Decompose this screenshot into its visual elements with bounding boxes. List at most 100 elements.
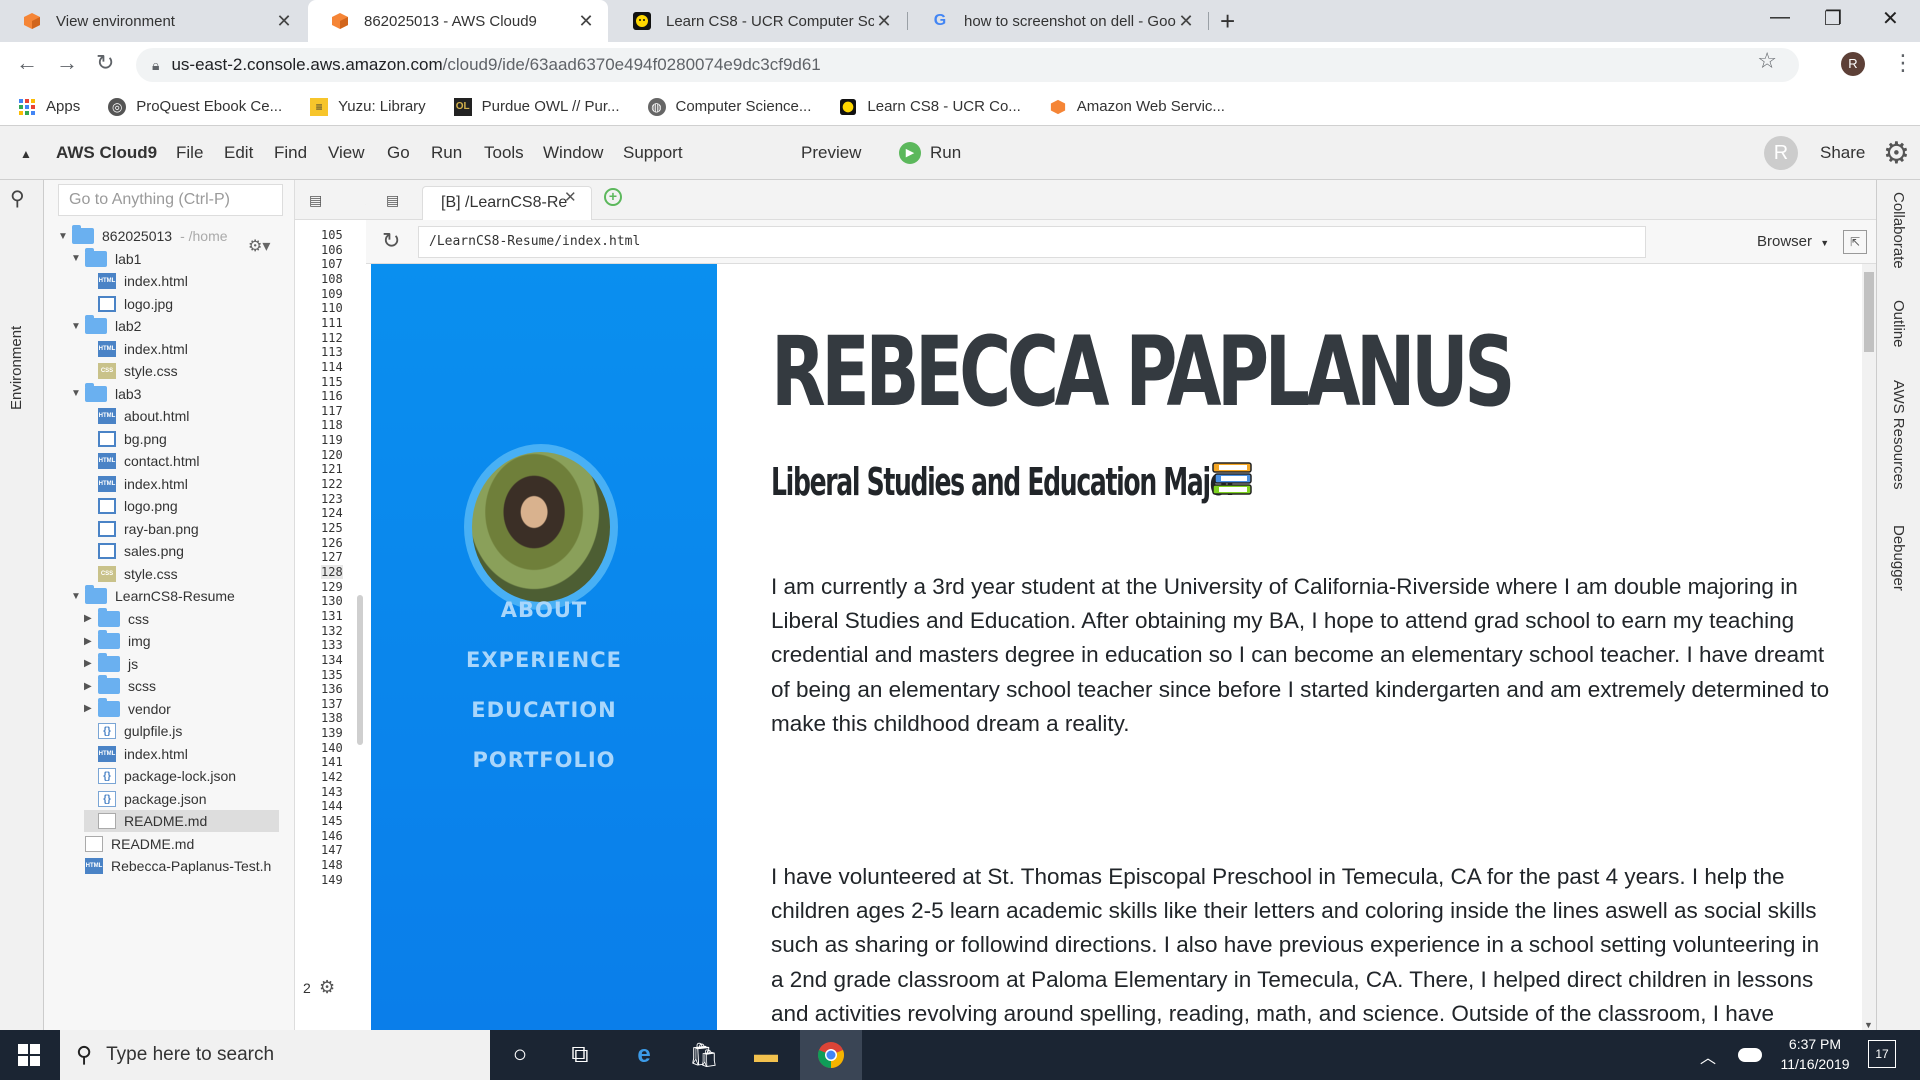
menu-find[interactable]: Find [274,143,307,163]
search-icon[interactable]: ⚲ [10,186,25,211]
goto-anything-input[interactable]: Go to Anything (Ctrl-P) [58,184,283,216]
scroll-down-arrow-icon[interactable]: ▼ [1864,1020,1873,1030]
store-bag-icon[interactable]: 🛍︎ [676,1030,732,1080]
collapse-arrow-icon[interactable]: ▶ [84,613,98,624]
close-tab-icon[interactable]: ✕ [576,11,596,32]
bookmark-proquest[interactable]: ◎ ProQuest Ebook Ce... [108,97,282,116]
browser-dropdown[interactable]: Browser ▼ [1747,228,1843,256]
collapse-arrow-icon[interactable]: ▶ [84,658,98,669]
tree-file[interactable]: sales.png [84,540,279,562]
tree-file[interactable]: HTML index.html [84,473,279,495]
task-view-icon[interactable]: ⧉ [552,1030,608,1080]
tree-file[interactable]: README.md [84,810,279,832]
notification-center-icon[interactable]: 17 [1868,1040,1896,1068]
menu-tools[interactable]: Tools [484,143,524,163]
tab-environment[interactable]: Environment [8,326,25,410]
expand-arrow-icon[interactable]: ▼ [71,253,85,264]
onedrive-cloud-icon[interactable] [1738,1048,1762,1062]
add-tab-plus-icon[interactable]: + [604,188,622,206]
menu-view[interactable]: View [328,143,365,163]
tree-file[interactable]: CSS style.css [84,563,279,585]
tree-file[interactable]: {} package-lock.json [84,765,279,787]
bookmark-apps[interactable]: Apps [18,98,80,116]
menu-file[interactable]: File [176,143,203,163]
nav-experience[interactable]: EXPERIENCE [371,648,717,672]
bookmark-purdue-owl[interactable]: OL Purdue OWL // Pur... [453,97,620,116]
tree-file[interactable]: HTML contact.html [84,450,279,472]
editor-scrollbar[interactable] [357,595,363,745]
url-bar[interactable]: 🔒︎ us-east-2.console.aws.amazon.com/clou… [136,48,1799,82]
browser-tab-learn-cs8[interactable]: Learn CS8 - UCR Computer Scien ✕ [610,0,906,42]
tab-list-icon[interactable]: ▤ [309,192,322,209]
bookmark-aws[interactable]: Amazon Web Servic... [1049,98,1225,116]
chrome-taskbar-icon[interactable] [800,1030,862,1080]
nav-about[interactable]: ABOUT [371,598,717,622]
preview-url-input[interactable]: /LearnCS8-Resume/index.html [418,226,1646,258]
file-explorer-folder-icon[interactable]: ▬ [738,1030,794,1080]
windows-start-icon[interactable] [18,1044,40,1066]
tree-file[interactable]: HTML Rebecca-Paplanus-Test.h [71,855,279,877]
taskbar-search-input[interactable]: ⚲ Type here to search [60,1030,490,1080]
menu-go[interactable]: Go [387,143,410,163]
collapse-arrow-icon[interactable]: ▶ [84,681,98,692]
tree-file[interactable]: CSS style.css [84,360,279,382]
close-window-icon[interactable]: ✕ [1882,6,1899,31]
popout-icon[interactable]: ⇱ [1843,230,1867,254]
tree-file[interactable]: HTML index.html [84,743,279,765]
forward-arrow-icon[interactable]: → [56,50,78,76]
tree-file[interactable]: HTML about.html [84,405,279,427]
bookmark-computer-science[interactable]: ◍ Computer Science... [647,97,811,116]
back-arrow-icon[interactable]: ← [16,50,38,76]
browser-tab-view-environment[interactable]: View environment ✕ [0,0,306,42]
menu-window[interactable]: Window [543,143,603,163]
new-tab-plus-icon[interactable]: + [1220,6,1235,37]
tree-file[interactable]: ray-ban.png [84,518,279,540]
play-icon[interactable]: ▶ [899,142,921,164]
tree-file[interactable]: {} gulpfile.js [84,720,279,742]
run-button[interactable]: Run [930,143,961,163]
close-tab-icon[interactable]: ✕ [274,11,294,32]
browser-tab-google[interactable]: G how to screenshot on dell - Goo ✕ [908,0,1208,42]
tree-folder[interactable]: ▼ lab2 [71,315,279,337]
menu-edit[interactable]: Edit [224,143,253,163]
expand-arrow-icon[interactable]: ▼ [71,321,85,332]
tree-file[interactable]: HTML index.html [84,338,279,360]
close-tab-icon[interactable]: ✕ [1176,11,1196,32]
tree-file[interactable]: logo.jpg [84,293,279,315]
preview-button[interactable]: Preview [801,143,861,163]
scrollbar-thumb[interactable] [1864,272,1874,352]
reload-icon[interactable]: ↻ [96,50,114,76]
tree-file[interactable]: {} package.json [84,788,279,810]
tree-file[interactable]: HTML index.html [84,270,279,292]
close-icon[interactable]: ✕ [564,188,577,206]
share-button[interactable]: Share [1820,143,1865,163]
preview-scrollbar[interactable]: ▼ [1862,264,1876,1030]
kebab-menu-icon[interactable]: ⋮ [1892,50,1914,76]
tree-file[interactable]: README.md [71,833,279,855]
expand-arrow-icon[interactable]: ▼ [71,591,85,602]
tab-debugger[interactable]: Debugger [1890,525,1907,591]
tree-folder[interactable]: ▶ scss [84,675,279,697]
tree-folder[interactable]: ▼ lab3 [71,382,279,405]
expand-arrow-icon[interactable]: ▼ [58,231,72,242]
edge-browser-icon[interactable]: e [616,1030,672,1080]
bookmark-star-icon[interactable]: ☆ [1757,48,1777,74]
menu-support[interactable]: Support [623,143,683,163]
user-avatar[interactable]: R [1764,136,1798,170]
cortana-circle-icon[interactable]: ○ [492,1030,548,1080]
tree-folder[interactable]: ▶ css [84,607,279,630]
minimize-icon[interactable]: — [1770,6,1790,29]
menu-run[interactable]: Run [431,143,462,163]
tab-outline[interactable]: Outline [1890,300,1907,348]
tree-folder[interactable]: ▼ lab1 [71,247,279,270]
tray-chevron-up-icon[interactable]: ︿ [1700,1044,1716,1068]
browser-tab-cloud9[interactable]: 862025013 - AWS Cloud9 ✕ [308,0,608,42]
tree-file[interactable]: bg.png [84,428,279,450]
refresh-icon[interactable]: ↻ [382,228,400,254]
taskbar-clock[interactable]: 6:37 PM 11/16/2019 [1770,1034,1860,1074]
nav-education[interactable]: EDUCATION [371,698,717,722]
tree-folder[interactable]: ▼ LearnCS8-Resume [71,585,279,607]
tree-folder[interactable]: ▶ vendor [84,697,279,720]
bookmark-yuzu[interactable]: ≡ Yuzu: Library [310,97,426,116]
tab-collaborate[interactable]: Collaborate [1890,192,1907,269]
